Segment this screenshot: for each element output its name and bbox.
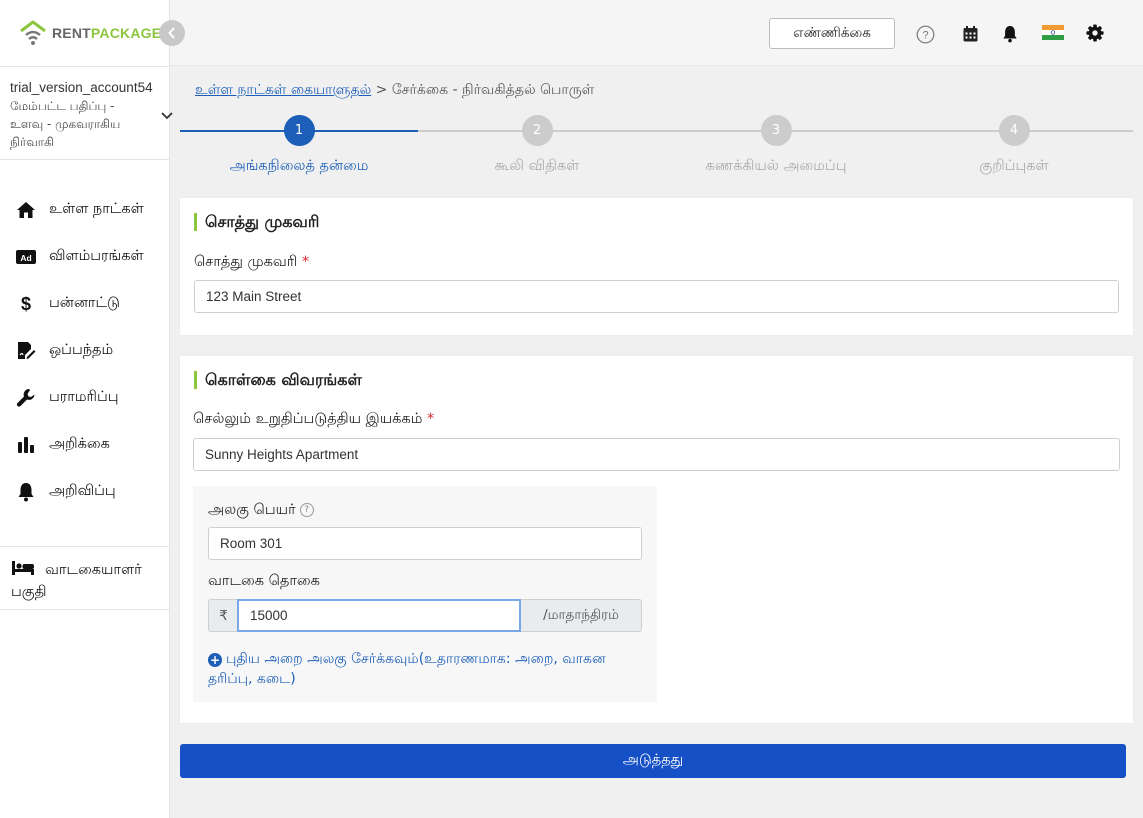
policy-card-title: கொள்கை விவரங்கள் [194,371,362,389]
period-addon: /மாதாந்திரம் [521,599,642,632]
step-label: கூலி விதிகள் [494,158,580,174]
ad-icon: Ad [15,246,37,268]
currency-addon: ₹ [208,599,238,632]
sidebar-item-maintenance[interactable]: பராமரிப்பு [0,374,170,421]
sidebar-item-label: விளம்பரங்கள் [49,247,144,264]
step-4[interactable]: 4 குறிப்புகள் [895,115,1133,176]
breadcrumb: உள்ள நாட்கள் கையாளுதல் > சேர்க்கை - நிர்… [195,82,594,100]
bell-icon [15,481,37,503]
wrench-icon [15,387,37,409]
step-number: 2 [521,115,553,146]
sidebar-nav: உள்ள நாட்கள் Ad விளம்பரங்கள் $ பன்னாட்டு… [0,186,170,515]
svg-text:?: ? [922,29,928,41]
next-button[interactable]: அடுத்தது [180,744,1126,778]
sidebar: RENTPACKAGE trial_version_account54 மேம்… [0,0,173,818]
plus-circle-icon: + [208,653,222,667]
svg-text:Ad: Ad [20,253,31,263]
breadcrumb-separator: > [375,82,388,98]
address-card-title: சொத்து முகவரி [194,213,319,231]
help-icon[interactable]: ? [299,503,314,517]
step-1[interactable]: 1 அங்கநிலைத் தன்மை [180,115,418,176]
step-number: 4 [998,115,1030,146]
help-icon[interactable]: ? [915,24,935,44]
sidebar-item-label: பன்னாட்டு [49,294,120,311]
contract-icon [15,340,37,362]
required-mark: * [301,254,310,270]
step-label: கணக்கியல் அமைப்பு [705,158,847,174]
sidebar-item-label: அறிவிப்பு [49,482,116,499]
address-card: சொத்து முகவரி சொத்து முகவரி * 123 Main S… [180,198,1133,335]
sidebar-item-finance[interactable]: $ பன்னாட்டு [0,280,170,327]
home-icon [15,199,37,221]
rent-amount-input[interactable]: 15000 [237,599,521,632]
property-field-label: செல்லும் உறுதிப்படுத்திய இயக்கம் * [193,411,435,427]
count-button[interactable]: எண்ணிக்கை [769,18,895,49]
sidebar-item-ads[interactable]: Ad விளம்பரங்கள் [0,233,170,280]
sidebar-item-report[interactable]: அறிக்கை [0,421,170,468]
breadcrumb-current: சேர்க்கை - நிர்வகித்தல் பொருள் [391,82,595,98]
chevron-left-icon [168,27,175,39]
add-unit-link[interactable]: + புதிய அறை அலகு சேர்க்கவும்(உதாரணமாக: அற… [208,649,638,689]
sidebar-item-label: அறிக்கை [49,435,110,452]
account-role: மேம்பட்ட பதிப்பு - உளவு - முகவராகிய நிர்… [10,99,121,149]
step-number: 1 [283,115,315,146]
sidebar-item-label: பராமரிப்பு [49,388,119,405]
unit-panel: அலகு பெயர்? Room 301 வாடகை தொகை ₹ 15000 … [193,486,657,702]
sidebar-item-contract[interactable]: ஒப்பந்தம் [0,327,170,374]
step-2[interactable]: 2 கூலி விதிகள் [418,115,656,176]
account-name: trial_version_account54 [10,80,153,95]
dollar-icon: $ [15,293,37,315]
unit-name-input[interactable]: Room 301 [208,527,642,560]
sidebar-item-notification[interactable]: அறிவிப்பு [0,468,170,515]
gear-icon[interactable] [1085,23,1105,43]
breadcrumb-link-properties[interactable]: உள்ள நாட்கள் கையாளுதல் [195,82,371,98]
address-input[interactable]: 123 Main Street [194,280,1119,313]
step-label: அங்கநிலைத் தன்மை [229,158,369,174]
sidebar-item-tenant-area[interactable]: வாடகையாளர் பகுதி [0,546,170,610]
calendar-icon[interactable] [960,24,980,44]
top-bar: எண்ணிக்கை ? [170,0,1143,66]
sidebar-item-label: ஒப்பந்தம் [49,341,114,358]
step-number: 3 [760,115,792,146]
unit-name-label: அலகு பெயர்? [208,502,314,520]
policy-card: கொள்கை விவரங்கள் செல்லும் உறுதிப்படுத்தி… [180,356,1133,723]
rent-amount-label: வாடகை தொகை [208,573,320,589]
brand-logo[interactable]: RENTPACKAGE [18,20,161,46]
bed-icon [11,560,35,580]
india-flag-icon[interactable] [1042,24,1064,40]
property-input[interactable]: Sunny Heights Apartment [193,438,1120,471]
address-field-label: சொத்து முகவரி * [194,254,310,270]
brand-name: RENTPACKAGE [52,25,162,41]
sidebar-item-properties[interactable]: உள்ள நாட்கள் [0,186,170,233]
add-unit-link-text: புதிய அறை அலகு சேர்க்கவும்(உதாரணமாக: அறை… [208,651,606,687]
collapse-sidebar-button[interactable] [159,20,185,46]
stepper: 1 அங்கநிலைத் தன்மை 2 கூலி விதிகள் 3 கணக்… [180,115,1133,180]
wifi-house-icon [20,20,46,45]
required-mark: * [426,411,435,427]
svg-text:$: $ [21,294,31,314]
bell-icon[interactable] [1000,24,1020,44]
chart-icon [15,434,37,456]
chevron-down-icon[interactable] [160,109,174,125]
account-switcher[interactable]: trial_version_account54 மேம்பட்ட பதிப்பு… [0,66,173,160]
step-label: குறிப்புகள் [979,158,1049,174]
step-3[interactable]: 3 கணக்கியல் அமைப்பு [657,115,895,176]
sidebar-item-label: உள்ள நாட்கள் [49,200,144,217]
